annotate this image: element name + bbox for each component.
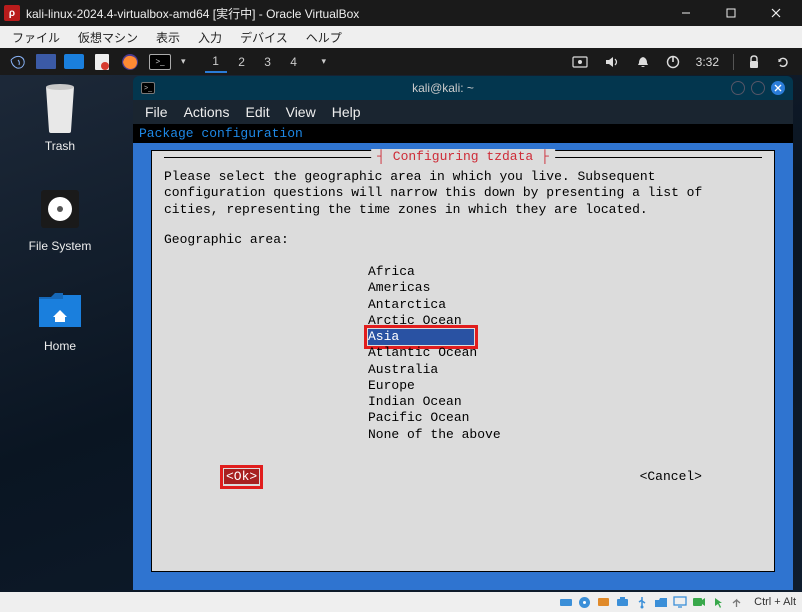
terminal-menu-arrow-icon[interactable]: ▾ <box>178 56 189 67</box>
workspace-menu-arrow-icon[interactable]: ▾ <box>319 56 330 67</box>
show-desktop-icon[interactable] <box>34 51 58 73</box>
terminal-menu-actions[interactable]: Actions <box>184 104 230 120</box>
firefox-icon[interactable] <box>118 51 142 73</box>
notification-bell-icon[interactable] <box>630 55 656 69</box>
terminal-menu-file[interactable]: File <box>145 104 168 120</box>
vbox-menu-input[interactable]: 入力 <box>190 27 230 48</box>
home-desktop-icon[interactable]: Home <box>10 283 110 353</box>
vbox-recording-icon[interactable] <box>691 595 706 609</box>
kali-top-panel: >_ ▾ 1 2 3 4 ▾ 3:32 <box>0 48 802 75</box>
vbox-network-icon[interactable] <box>615 595 630 609</box>
terminal-app-icon: >_ <box>141 82 155 94</box>
desktop-icon-label: Trash <box>45 139 75 153</box>
volume-icon[interactable] <box>598 55 626 69</box>
vbox-audio-icon[interactable] <box>596 595 611 609</box>
terminal-menubar: File Actions Edit View Help <box>133 100 793 124</box>
vbox-shared-folder-icon[interactable] <box>653 595 668 609</box>
terminal-maximize-button[interactable] <box>751 81 765 95</box>
vbox-menu-file[interactable]: ファイル <box>4 27 68 48</box>
workspace-3[interactable]: 3 <box>257 51 279 73</box>
terminal-minimize-button[interactable] <box>731 81 745 95</box>
package-configuration-label: Package configuration <box>133 124 793 143</box>
tzdata-area-option-selected[interactable]: Asia <box>368 329 474 345</box>
text-editor-icon[interactable] <box>90 51 114 73</box>
vbox-mouse-icon[interactable] <box>710 595 725 609</box>
tzdata-area-option[interactable]: None of the above <box>368 427 762 443</box>
vbox-usb-icon[interactable] <box>634 595 649 609</box>
filesystem-desktop-icon[interactable]: File System <box>10 183 110 253</box>
vbox-optical-icon[interactable] <box>577 595 592 609</box>
desktop-icon-label: Home <box>44 339 76 353</box>
tzdata-area-option[interactable]: Europe <box>368 378 762 394</box>
terminal-body: Package configuration ┤ Configuring tzda… <box>133 124 793 590</box>
tzdata-ok-button[interactable]: <Ok> <box>224 469 259 484</box>
vbox-display-icon[interactable] <box>672 595 687 609</box>
terminal-menu-edit[interactable]: Edit <box>245 104 269 120</box>
files-icon[interactable] <box>62 51 86 73</box>
workspace-2[interactable]: 2 <box>231 51 253 73</box>
desktop-icon-label: File System <box>29 239 92 253</box>
desktop-icons-area: Trash File System Home <box>10 83 110 353</box>
vbox-menu-view[interactable]: 表示 <box>148 27 188 48</box>
vbox-statusbar: Ctrl + Alt <box>0 592 802 612</box>
lock-icon[interactable] <box>742 55 766 69</box>
workspace-4[interactable]: 4 <box>283 51 305 73</box>
terminal-menu-view[interactable]: View <box>286 104 316 120</box>
terminal-window: >_ kali@kali: ~ File Actions Edit View H… <box>133 76 793 590</box>
close-button[interactable] <box>753 0 798 26</box>
kali-menu-icon[interactable] <box>6 51 30 73</box>
workspace-1[interactable]: 1 <box>205 51 227 73</box>
tzdata-area-option[interactable]: Atlantic Ocean <box>368 345 762 361</box>
tray-separator <box>733 54 734 70</box>
screen-record-icon[interactable] <box>566 55 594 69</box>
vbox-hostkey-icon[interactable] <box>729 595 744 609</box>
refresh-icon[interactable] <box>770 55 796 69</box>
tzdata-prompt: Geographic area: <box>164 232 762 248</box>
vbox-menu-machine[interactable]: 仮想マシン <box>70 27 146 48</box>
tzdata-dialog-title: Configuring tzdata <box>393 149 533 164</box>
tzdata-area-option[interactable]: Arctic Ocean <box>368 313 762 329</box>
vbox-menubar: ファイル 仮想マシン 表示 入力 デバイス ヘルプ <box>0 26 802 48</box>
tzdata-dialog: ┤ Configuring tzdata ├ Please select the… <box>151 150 775 572</box>
vbox-hdd-icon[interactable] <box>558 595 573 609</box>
vbox-menu-devices[interactable]: デバイス <box>232 27 296 48</box>
virtualbox-icon: ρ <box>4 5 20 21</box>
vbox-menu-help[interactable]: ヘルプ <box>298 27 350 48</box>
vbox-titlebar: ρ kali-linux-2024.4-virtualbox-amd64 [実行… <box>0 0 802 26</box>
tzdata-area-option[interactable]: Australia <box>368 362 762 378</box>
minimize-button[interactable] <box>663 0 708 26</box>
tzdata-instruction-text: Please select the geographic area in whi… <box>164 169 762 218</box>
tzdata-area-option[interactable]: Indian Ocean <box>368 394 762 410</box>
terminal-close-button[interactable] <box>771 81 785 95</box>
tzdata-area-option[interactable]: Americas <box>368 280 762 296</box>
vbox-hostkey-label: Ctrl + Alt <box>754 596 796 608</box>
clock[interactable]: 3:32 <box>690 55 725 69</box>
trash-desktop-icon[interactable]: Trash <box>10 83 110 153</box>
tzdata-area-list[interactable]: Africa Americas Antarctica Arctic Ocean … <box>368 264 762 443</box>
terminal-launcher-icon[interactable]: >_ <box>146 51 174 73</box>
power-icon[interactable] <box>660 55 686 69</box>
tzdata-area-option[interactable]: Pacific Ocean <box>368 410 762 426</box>
tzdata-cancel-button[interactable]: <Cancel> <box>640 469 702 485</box>
tzdata-area-option[interactable]: Africa <box>368 264 762 280</box>
tzdata-area-option[interactable]: Antarctica <box>368 297 762 313</box>
maximize-button[interactable] <box>708 0 753 26</box>
terminal-menu-help[interactable]: Help <box>332 104 361 120</box>
vbox-window-title: kali-linux-2024.4-virtualbox-amd64 [実行中]… <box>26 5 663 22</box>
terminal-titlebar[interactable]: >_ kali@kali: ~ <box>133 76 793 100</box>
terminal-title: kali@kali: ~ <box>161 81 725 95</box>
guest-desktop: >_ ▾ 1 2 3 4 ▾ 3:32 <box>0 48 802 592</box>
